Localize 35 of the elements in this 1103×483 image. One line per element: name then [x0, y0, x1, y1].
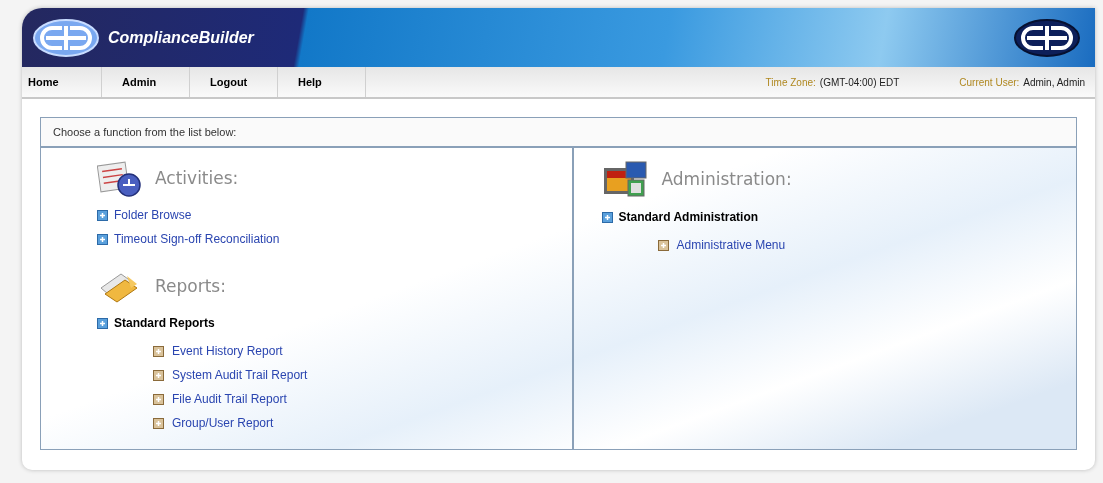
function-link[interactable]: Folder Browse: [114, 206, 192, 224]
logo-icon: [32, 17, 100, 58]
section-title: Administration:: [661, 168, 792, 192]
nav-tab[interactable]: Help: [278, 67, 366, 97]
report-link[interactable]: File Audit Trail Report: [172, 390, 287, 408]
brand-name: ComplianceBuilder: [108, 27, 254, 48]
report-link[interactable]: Event History Report: [172, 342, 283, 360]
expand-icon[interactable]: [153, 369, 164, 381]
monitors-icon: [601, 160, 650, 200]
panel-title: Choose a function from the list below:: [41, 118, 1076, 148]
group-heading[interactable]: Standard Administration: [618, 208, 759, 226]
calendar-clock-icon: [97, 160, 143, 198]
nav-tab[interactable]: Admin: [102, 67, 190, 97]
time-zone-value: (GMT-04:00) EDT: [819, 75, 900, 90]
nav-tab[interactable]: Logout: [190, 67, 278, 97]
expand-icon[interactable]: [97, 233, 108, 245]
logo-icon: [1013, 17, 1081, 58]
expand-icon[interactable]: [153, 345, 164, 357]
function-link[interactable]: Timeout Sign-off Reconciliation: [114, 230, 280, 248]
report-link[interactable]: System Audit Trail Report: [172, 366, 308, 384]
expand-icon[interactable]: [601, 211, 613, 223]
section-title: Reports:: [155, 275, 226, 299]
group-heading[interactable]: Standard Reports: [114, 314, 215, 332]
expand-icon[interactable]: [97, 317, 108, 329]
time-zone-label: Time Zone:: [765, 75, 816, 90]
report-link[interactable]: Group/User Report: [172, 414, 274, 432]
expand-icon[interactable]: [153, 417, 164, 429]
report-link[interactable]: Administrative Menu: [676, 236, 786, 254]
expand-icon[interactable]: [153, 393, 164, 405]
nav-tab[interactable]: Home: [22, 67, 102, 97]
current-user-label: Current User:: [959, 75, 1020, 90]
section-title: Activities:: [155, 167, 239, 191]
expand-icon[interactable]: [97, 209, 108, 221]
current-user-value: Admin, Admin: [1023, 75, 1085, 90]
expand-icon[interactable]: [657, 239, 669, 251]
